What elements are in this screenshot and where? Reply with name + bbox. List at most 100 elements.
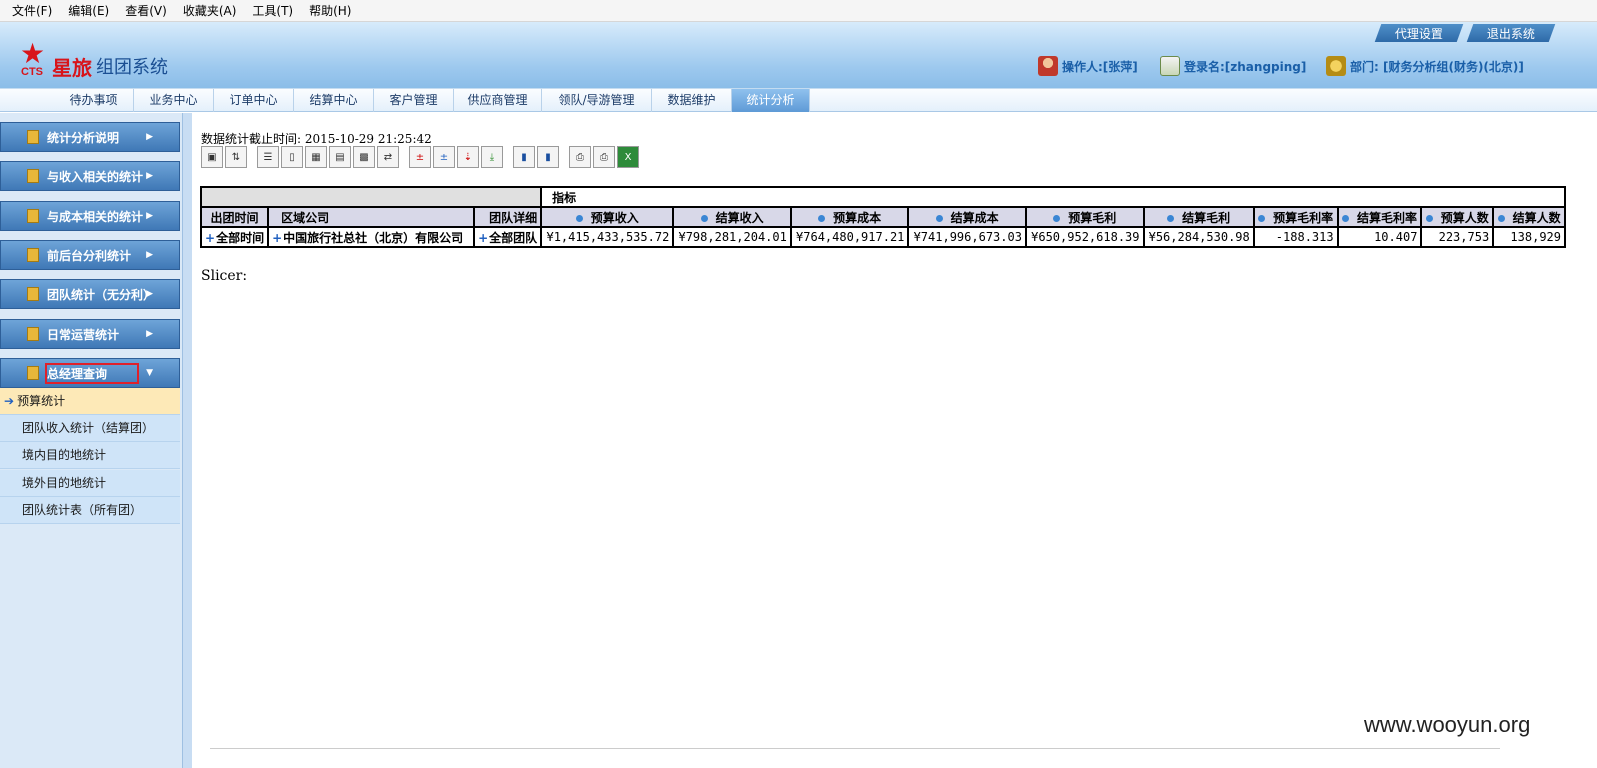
- sidebar-group-income-stats[interactable]: 与收入相关的统计 ▶: [0, 161, 180, 191]
- cell-value: ¥1,415,433,535.72: [540, 226, 675, 248]
- clipboard-icon: [27, 209, 39, 223]
- chevron-right-icon: ▶: [146, 132, 153, 142]
- login-info: 登录名:[zhangping]: [1160, 56, 1306, 76]
- nav-data-maintenance[interactable]: 数据维护: [652, 89, 732, 112]
- sidebar-item-budget-stats[interactable]: ➔ 预算统计: [0, 388, 180, 415]
- expand-minus-blue-icon[interactable]: ±: [433, 146, 455, 168]
- sidebar-group-cost-stats[interactable]: 与成本相关的统计 ▶: [0, 201, 180, 231]
- sort-az-icon[interactable]: ⇅: [225, 146, 247, 168]
- grid-icon[interactable]: ▩: [353, 146, 375, 168]
- menu-file[interactable]: 文件(F): [4, 2, 60, 19]
- sidebar-group-stats-intro[interactable]: 统计分析说明 ▶: [0, 122, 180, 152]
- chevron-right-icon: ▶: [146, 329, 153, 339]
- expand-plus-icon: +: [205, 230, 216, 245]
- clipboard-icon: [27, 169, 39, 183]
- row-header-team[interactable]: 团队详细: [473, 206, 543, 228]
- clipboard-icon: [27, 327, 39, 341]
- sidebar-group-daily-ops[interactable]: 日常运营统计 ▶: [0, 319, 180, 349]
- gear-icon: [1326, 56, 1346, 76]
- member-bullet-icon: [935, 214, 943, 222]
- browser-menubar: 文件(F) 编辑(E) 查看(V) 收藏夹(A) 工具(T) 帮助(H): [0, 0, 1597, 22]
- expand-minus-red-icon[interactable]: ±: [409, 146, 431, 168]
- measure-header[interactable]: 指标: [540, 186, 1566, 208]
- swap-axes-icon[interactable]: ⇄: [377, 146, 399, 168]
- nav-customers[interactable]: 客户管理: [374, 89, 454, 112]
- row-header-company[interactable]: 区域公司: [267, 206, 476, 228]
- member-bullet-icon: [1342, 214, 1349, 222]
- col-header[interactable]: 结算成本: [907, 206, 1027, 228]
- cell-value: ¥56,284,530.98: [1142, 226, 1255, 248]
- menu-tools[interactable]: 工具(T): [244, 2, 301, 19]
- member-bullet-icon: [1167, 214, 1175, 222]
- clipboard-icon: [27, 248, 39, 262]
- row-member-team[interactable]: +全部团队: [473, 226, 543, 248]
- nav-suppliers[interactable]: 供应商管理: [454, 89, 542, 112]
- col-header[interactable]: 预算毛利率: [1252, 206, 1339, 228]
- nav-settlement[interactable]: 结算中心: [294, 89, 374, 112]
- notes-icon[interactable]: ▤: [329, 146, 351, 168]
- sidebar-item-team-table[interactable]: 团队统计表（所有团）: [0, 497, 180, 524]
- logout-button[interactable]: 退出系统: [1466, 24, 1556, 42]
- app-header: ★ CTS 星旅 组团系统 代理设置 退出系统 操作人:[张萍] 登录名:[zh…: [0, 22, 1597, 88]
- drill-through-icon[interactable]: ⤓: [481, 146, 503, 168]
- sidebar-item-domestic-dest[interactable]: 境内目的地统计: [0, 442, 180, 469]
- print-preview-icon[interactable]: ⎙: [569, 146, 591, 168]
- nav-business[interactable]: 业务中心: [134, 89, 214, 112]
- print-icon[interactable]: ⎙: [593, 146, 615, 168]
- pivot-toolbar: ▣ ⇅ ☰ ▯ ▦ ▤ ▩ ⇄ ± ± ⇣ ⤓ ▮ ▮ ⎙ ⎙ X: [201, 146, 641, 170]
- sidebar-group-team-stats[interactable]: 团队统计（无分利） ▶: [0, 279, 180, 309]
- cell-value: -188.313: [1252, 226, 1339, 248]
- brand-name: 星旅: [52, 56, 92, 80]
- sidebar-splitter[interactable]: [182, 113, 192, 768]
- menu-help[interactable]: 帮助(H): [301, 2, 359, 19]
- sidebar-item-overseas-dest[interactable]: 境外目的地统计: [0, 470, 180, 497]
- cube-icon[interactable]: ▣: [201, 146, 223, 168]
- col-header[interactable]: 结算人数: [1492, 206, 1566, 228]
- member-bullet-icon: [1053, 214, 1061, 222]
- nav-orders[interactable]: 订单中心: [214, 89, 294, 112]
- menu-view[interactable]: 查看(V): [117, 2, 175, 19]
- department-info: 部门: [财务分析组(财务)(北京)]: [1326, 56, 1524, 76]
- cell-value: ¥650,952,618.39: [1024, 226, 1145, 248]
- sidebar-group-gm-query[interactable]: 总经理查询 ▼: [0, 358, 180, 388]
- drill-down-icon[interactable]: ⇣: [457, 146, 479, 168]
- data-cutoff-time: 数据统计截止时间: 2015-10-29 21:25:42: [201, 132, 432, 146]
- col-header[interactable]: 预算收入: [540, 206, 675, 228]
- col-header[interactable]: 结算收入: [672, 206, 792, 228]
- member-bullet-icon: [575, 214, 583, 222]
- col-header[interactable]: 结算毛利: [1142, 206, 1255, 228]
- slicer-label: Slicer:: [201, 268, 248, 284]
- row-member-date[interactable]: +全部时间: [199, 226, 270, 248]
- watermark: www.wooyun.org: [1364, 712, 1531, 737]
- hierarchy-icon[interactable]: ☰: [257, 146, 279, 168]
- main-nav: 待办事项 业务中心 订单中心 结算中心 客户管理 供应商管理 领队/导游管理 数…: [0, 88, 1597, 112]
- sidebar: 统计分析说明 ▶ 与收入相关的统计 ▶ 与成本相关的统计 ▶ 前后台分利统计 ▶ 团队统…: [0, 113, 182, 768]
- cell-value: ¥764,480,917.21: [789, 226, 910, 248]
- login-card-icon: [1160, 56, 1180, 76]
- chart-settings-icon[interactable]: ▮: [537, 146, 559, 168]
- chevron-right-icon: ▶: [146, 171, 153, 181]
- menu-favorites[interactable]: 收藏夹(A): [175, 2, 245, 19]
- menu-edit[interactable]: 编辑(E): [60, 2, 117, 19]
- bar-chart-icon[interactable]: ▮: [513, 146, 535, 168]
- col-header[interactable]: 预算人数: [1420, 206, 1495, 228]
- nav-guides[interactable]: 领队/导游管理: [542, 89, 652, 112]
- sidebar-group-profit-share[interactable]: 前后台分利统计 ▶: [0, 240, 180, 270]
- column-icon[interactable]: ▯: [281, 146, 303, 168]
- pivot-corner: [199, 186, 543, 208]
- row-header-date[interactable]: 出团时间: [199, 206, 270, 228]
- row-member-company[interactable]: +中国旅行社总社（北京）有限公司: [267, 226, 476, 248]
- clipboard-icon: [27, 366, 39, 380]
- col-header[interactable]: 预算毛利: [1024, 206, 1145, 228]
- proxy-settings-button[interactable]: 代理设置: [1374, 24, 1464, 42]
- nav-todo[interactable]: 待办事项: [54, 89, 134, 112]
- col-header[interactable]: 预算成本: [789, 206, 910, 228]
- chevron-right-icon: ▶: [146, 250, 153, 260]
- horizontal-scrollbar[interactable]: [210, 748, 1500, 758]
- col-header[interactable]: 结算毛利率: [1336, 206, 1423, 228]
- nav-statistics[interactable]: 统计分析: [732, 89, 810, 112]
- chevron-right-icon: ▶: [146, 289, 153, 299]
- excel-export-icon[interactable]: X: [617, 146, 639, 168]
- sidebar-item-team-income[interactable]: 团队收入统计（结算团）: [0, 415, 180, 442]
- table-icon[interactable]: ▦: [305, 146, 327, 168]
